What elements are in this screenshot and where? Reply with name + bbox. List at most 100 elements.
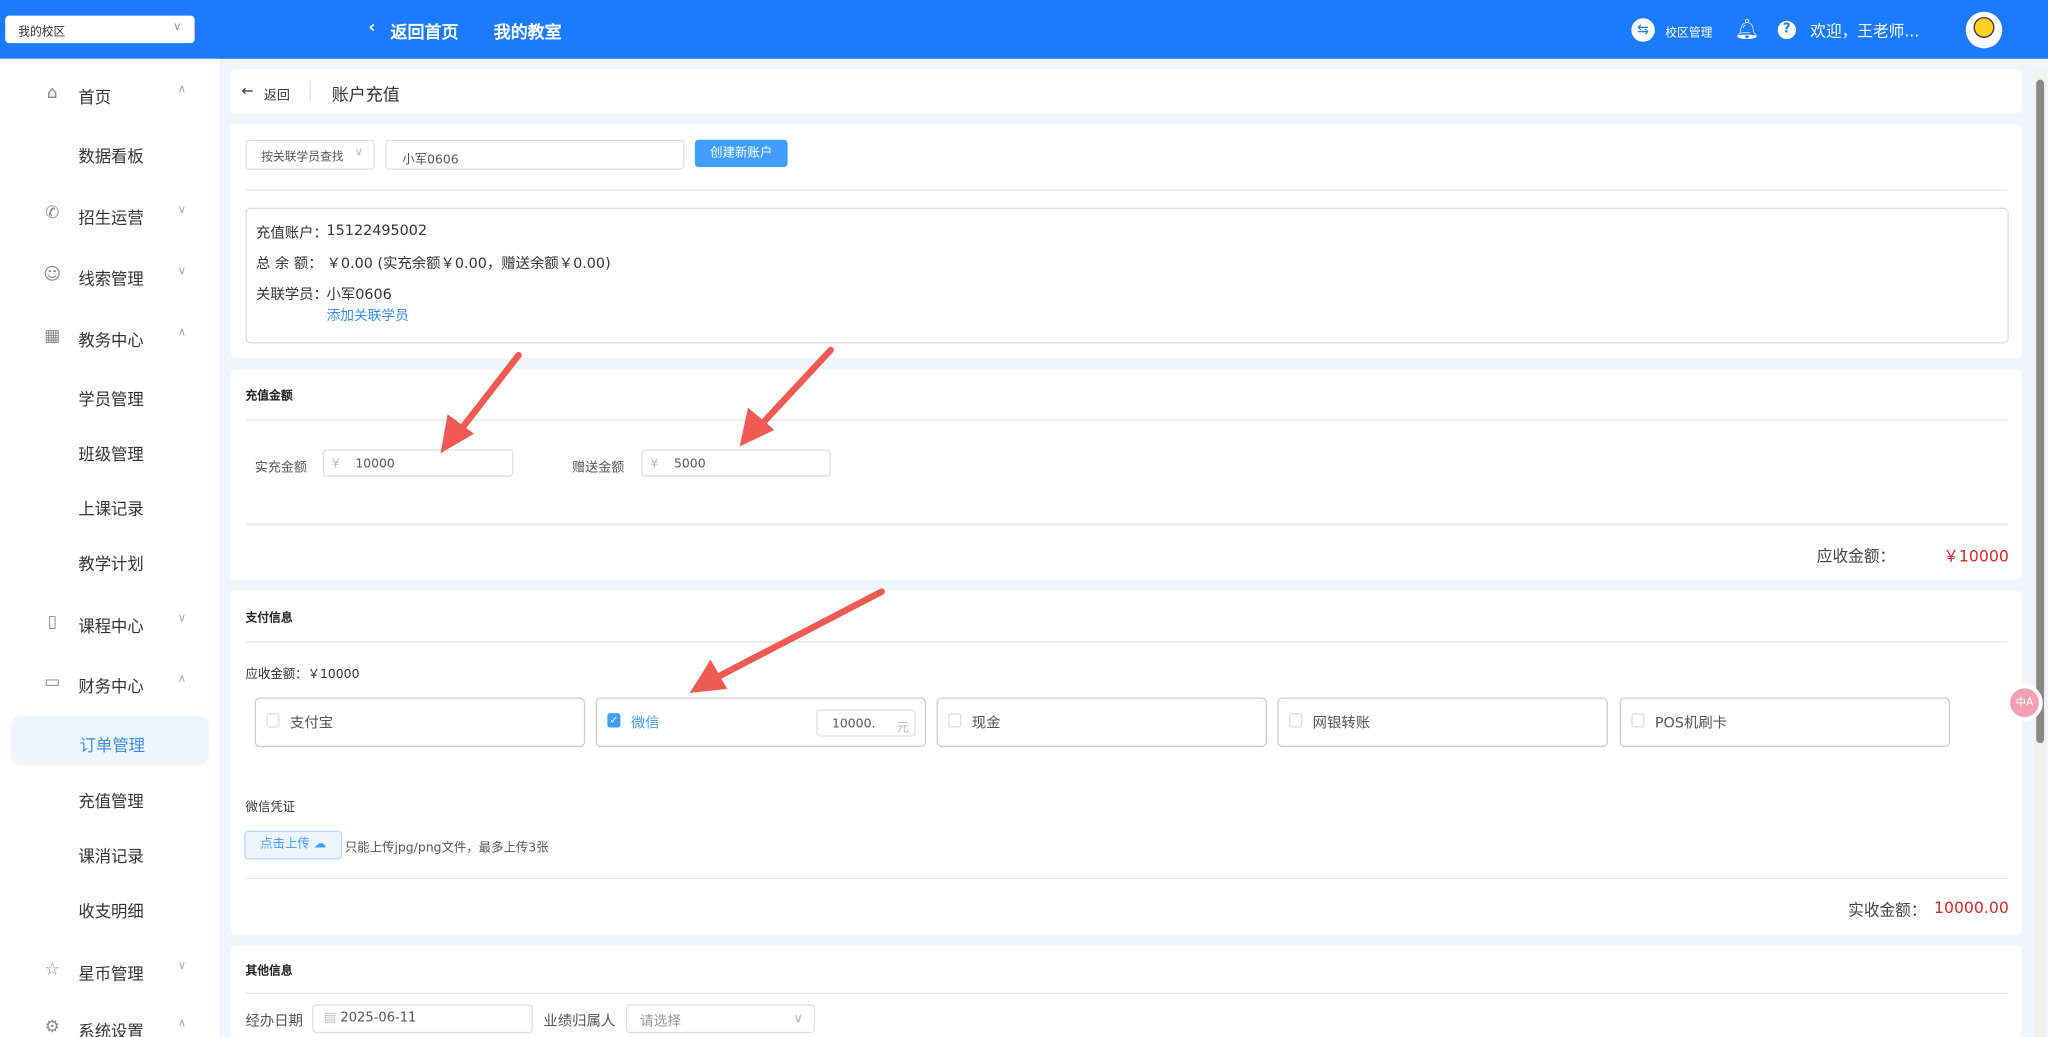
account-card: 按关联学员查找 ∨ 小军0606 创建新账户 充值账户： 15122495002 … <box>229 124 2022 358</box>
home-icon: ⌂ <box>46 83 58 104</box>
payment-method-option[interactable]: 支付宝 <box>254 697 586 748</box>
sidebar-item-label: 上课记录 <box>78 498 144 519</box>
sidebar-item-label: 订单管理 <box>79 735 145 755</box>
payment-method-label: 支付宝 <box>289 714 334 732</box>
balance-value: ￥0.00 (实充余额￥0.00，赠送余额￥0.00) <box>326 254 611 272</box>
divider <box>245 877 2008 880</box>
arrow-left-icon[interactable]: ← <box>242 82 254 99</box>
campus-select[interactable]: 我的校区 ∨ <box>5 15 195 44</box>
sidebar-item[interactable]: 订单管理 <box>10 715 209 766</box>
scrollbar-thumb[interactable] <box>2036 79 2045 744</box>
sidebar-item-label: 数据看板 <box>78 146 144 166</box>
sidebar-item[interactable]: ▦ 教务中心 ∧ <box>0 317 219 356</box>
page-header-card: ← 返回 账户充值 <box>229 69 2022 114</box>
section-title: 其他信息 <box>245 965 293 979</box>
currency-icon: ¥ <box>331 457 340 472</box>
phone-icon: ✆ <box>45 203 60 224</box>
page-title: 账户充值 <box>331 86 400 106</box>
sidebar-item[interactable]: 班级管理 <box>0 431 219 470</box>
actual-amount-value: 10000 <box>355 457 395 472</box>
app: 我的校区 ∨ ‹ 返回首页 我的教室 ⇆ 校区管理 🔔︎ ? 欢迎，王老师... … <box>0 0 2048 1037</box>
translate-icon[interactable]: 中A <box>2010 688 2039 718</box>
gift-amount-label: 赠送金额 <box>572 461 625 476</box>
sidebar-item[interactable]: ▯ 课程中心 ∨ <box>0 603 219 642</box>
checkbox[interactable] <box>266 713 280 728</box>
switch-icon[interactable]: ⇆ <box>1631 18 1655 42</box>
sidebar-item-label: 课程中心 <box>78 616 144 637</box>
chevron-down-icon: ∨ <box>793 1010 804 1027</box>
upload-label: 点击上传 <box>260 837 310 852</box>
payment-method-label: 微信 <box>630 714 660 732</box>
create-account-button[interactable]: 创建新账户 <box>694 139 788 168</box>
due-label: 应收金额： <box>1816 547 1896 566</box>
search-mode-select[interactable]: 按关联学员查找 ∨ <box>245 139 375 170</box>
owner-placeholder: 请选择 <box>639 1013 682 1030</box>
checkbox[interactable] <box>1289 713 1303 728</box>
user-icon: ☺ <box>43 265 62 285</box>
scrollbar[interactable] <box>2033 69 2047 1037</box>
chevron-up-icon: ∧ <box>177 672 187 686</box>
upload-button[interactable]: 点击上传 ☁ <box>244 830 343 860</box>
payment-method-option[interactable]: 网银转账 <box>1277 697 1608 748</box>
gear-icon: ⚙ <box>44 1017 60 1037</box>
sidebar-item-label: 招生运营 <box>78 207 144 228</box>
sidebar-item[interactable]: ✆ 招生运营 ∨ <box>0 195 219 234</box>
sidebar-item[interactable]: 学员管理 <box>0 376 219 415</box>
sidebar-item[interactable]: 课消记录 <box>0 833 219 872</box>
chevron-up-icon: ∧ <box>177 326 187 340</box>
student-search-input[interactable]: 小军0606 <box>385 139 685 170</box>
upload-hint: 只能上传jpg/png文件，最多上传3张 <box>344 841 549 856</box>
campus-manage-link[interactable]: 校区管理 <box>1665 24 1712 40</box>
payment-method-option[interactable]: 现金 <box>936 697 1267 748</box>
chevron-down-icon: ∨ <box>177 265 187 279</box>
owner-select[interactable]: 请选择 ∨ <box>625 1004 816 1034</box>
chevron-up-icon: ∧ <box>177 1017 187 1031</box>
checkbox[interactable]: ✓ <box>607 713 621 728</box>
sidebar-item-label: 财务中心 <box>78 676 144 697</box>
sidebar-item[interactable]: 数据看板 <box>0 133 219 172</box>
add-student-link[interactable]: 添加关联学员 <box>327 306 409 326</box>
bell-icon[interactable]: 🔔︎ <box>1735 17 1760 41</box>
payment-method-option[interactable]: ✓ 微信 10000. 元 <box>595 697 927 748</box>
sidebar-item[interactable]: ⚙ 系统设置 ∧ <box>0 1008 219 1037</box>
actual-amount-input[interactable]: ¥10000 <box>322 449 514 477</box>
due-amount: ￥10000 <box>1943 547 2009 566</box>
sidebar-item-label: 首页 <box>78 87 112 108</box>
sidebar-item[interactable]: ⌂ 首页 ∧ <box>0 74 219 113</box>
checkbox[interactable] <box>1631 713 1645 728</box>
payment-method-option[interactable]: POS机刷卡 <box>1619 697 1951 748</box>
book-icon: ▯ <box>47 612 57 633</box>
sidebar-item[interactable]: 收支明细 <box>0 888 219 927</box>
sidebar-item[interactable]: 上课记录 <box>0 486 219 525</box>
checkbox[interactable] <box>948 713 962 728</box>
payment-due: 应收金额：￥10000 <box>245 667 360 682</box>
back-home-link[interactable]: 返回首页 <box>391 18 459 44</box>
back-link[interactable]: 返回 <box>264 84 290 103</box>
help-icon[interactable]: ? <box>1777 20 1796 40</box>
sidebar-item-label: 收支明细 <box>78 901 144 921</box>
gift-amount-input[interactable]: ¥5000 <box>641 449 831 477</box>
sidebar-item[interactable]: ☺ 线索管理 ∨ <box>0 256 219 295</box>
sidebar-item[interactable]: ▭ 财务中心 ∧ <box>0 664 219 703</box>
divider <box>245 189 2008 191</box>
payment-card: 支付信息 应收金额：￥10000 微信凭证 点击上传 ☁ 只能上传jpg/png… <box>229 590 2022 936</box>
sidebar-item[interactable]: 教学计划 <box>0 541 219 580</box>
sidebar-item-label: 课消记录 <box>78 846 144 866</box>
sidebar-item[interactable]: ☆ 星币管理 ∨ <box>0 951 219 990</box>
student-label: 关联学员： <box>255 286 328 304</box>
avatar[interactable] <box>1965 11 2003 49</box>
divider <box>245 992 2008 994</box>
student-value: 小军0606 <box>326 286 392 304</box>
my-classroom-link[interactable]: 我的教室 <box>494 18 562 44</box>
payment-amount-input[interactable]: 10000. 元 <box>816 709 916 737</box>
date-label: 经办日期 <box>245 1012 304 1030</box>
owner-label: 业绩归属人 <box>543 1012 616 1030</box>
gift-amount-value: 5000 <box>674 457 706 472</box>
date-input[interactable]: ▤ 2025-06-11 <box>312 1004 533 1034</box>
chevron-down-icon: ∨ <box>354 146 364 160</box>
sidebar-item-label: 星币管理 <box>78 963 144 984</box>
chevron-down-icon: ∨ <box>172 20 182 34</box>
top-header: 我的校区 ∨ ‹ 返回首页 我的教室 ⇆ 校区管理 🔔︎ ? 欢迎，王老师... <box>0 0 2048 59</box>
sidebar-item[interactable]: 充值管理 <box>0 778 219 817</box>
welcome-text[interactable]: 欢迎，王老师... <box>1810 20 1919 42</box>
